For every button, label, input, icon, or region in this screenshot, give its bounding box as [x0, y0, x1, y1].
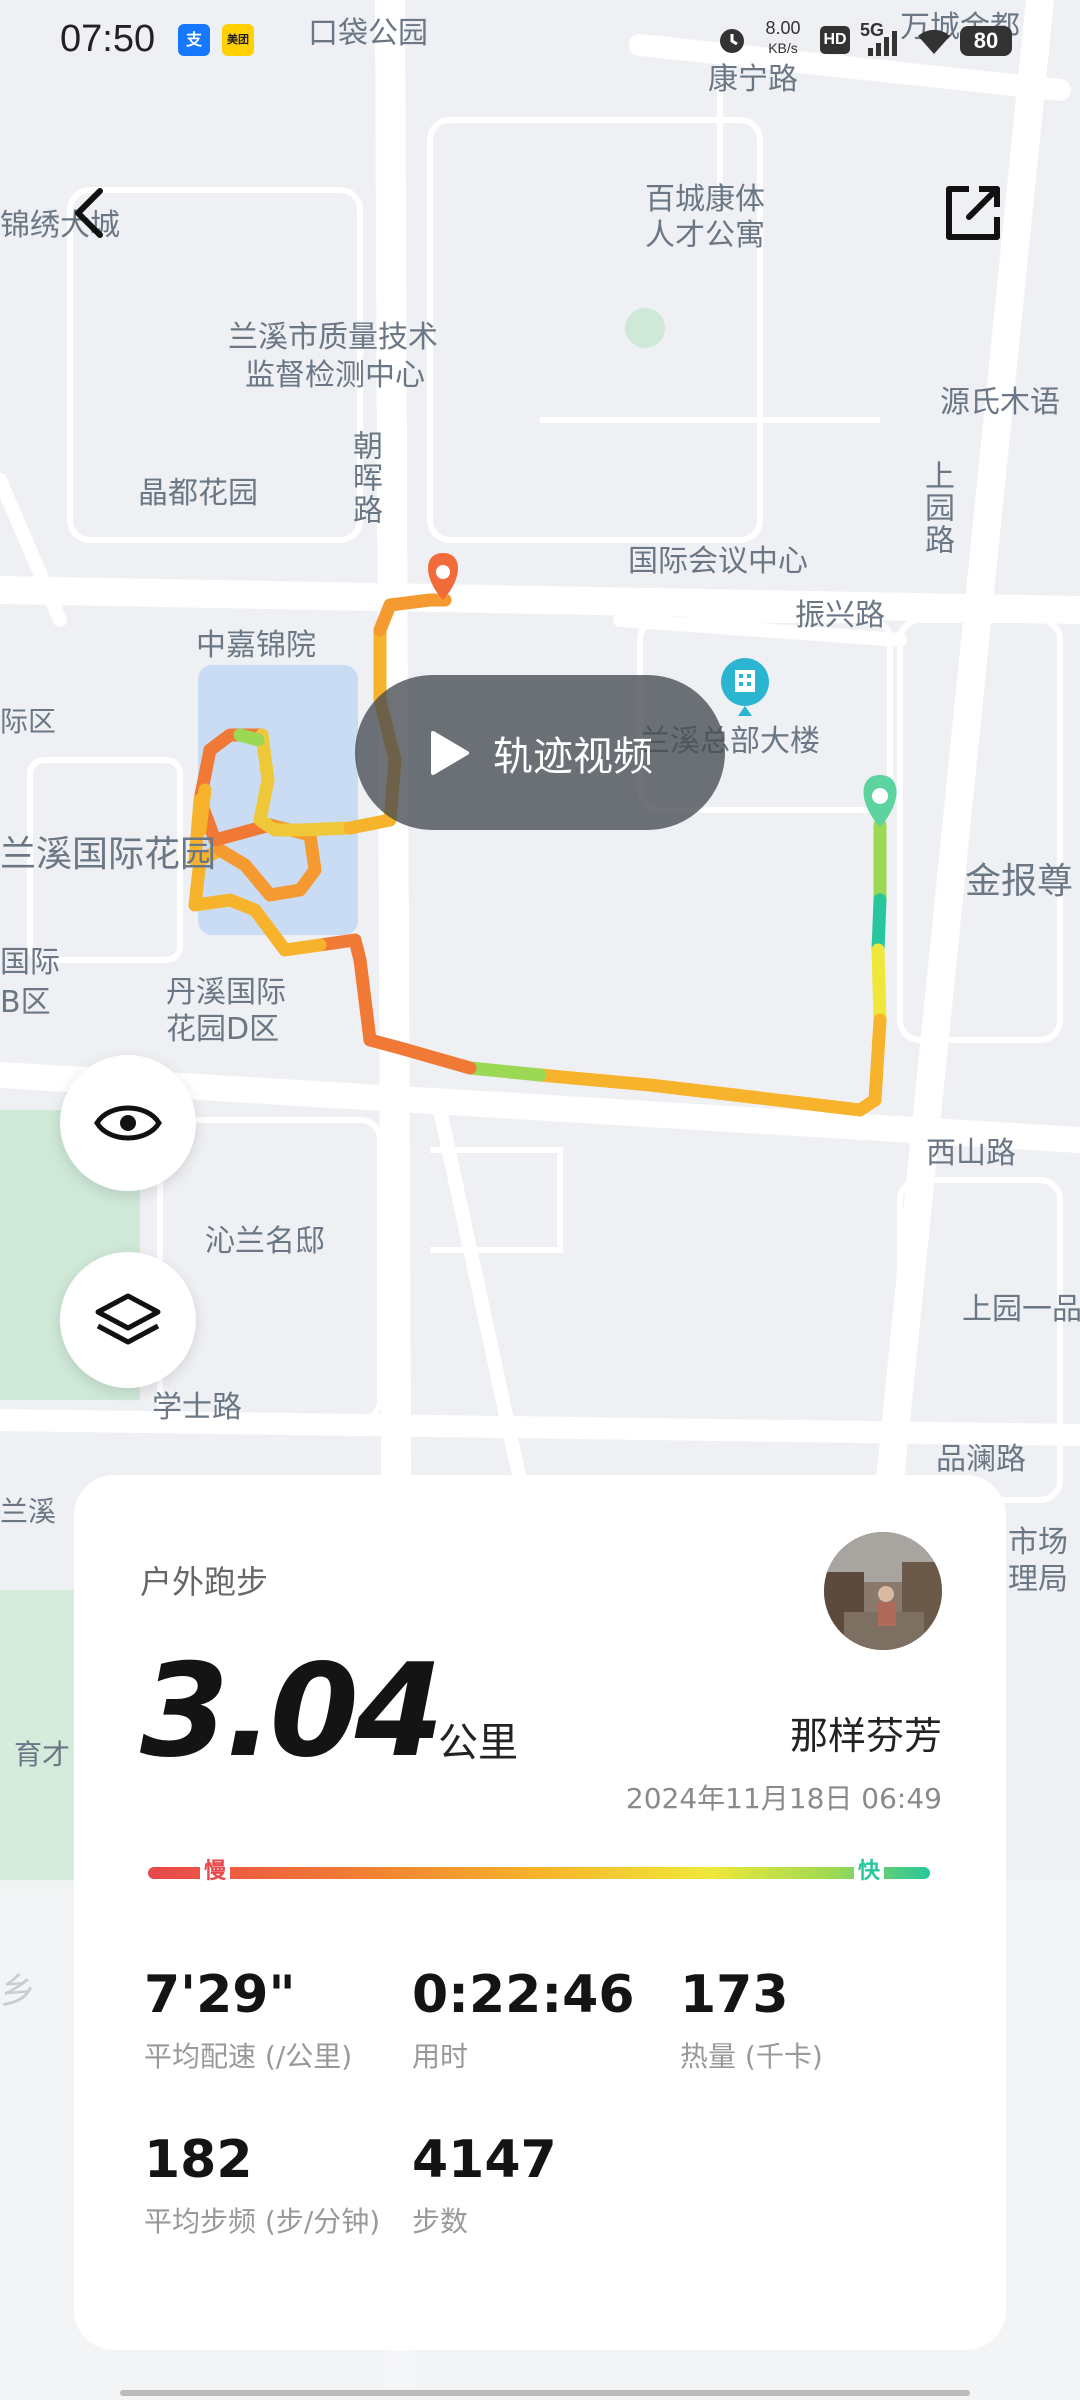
network-speed: 8.00 KB/s	[765, 18, 801, 56]
map-label-yuanshi: 源氏木语	[940, 385, 1060, 420]
map-label-xueshi-road: 学士路	[152, 1390, 242, 1425]
map-label-shangyuan-road: 上园路	[919, 460, 954, 556]
stat-calories: 173 热量 (千卡)	[680, 1965, 823, 2073]
map-label-guoji-huiyi: 国际会议中心	[628, 544, 808, 579]
meituan-icon: 美团	[222, 24, 254, 56]
map-label-pinlan-road: 品澜路	[936, 1442, 1026, 1477]
map-label-shangyuan-yi: 上园一品	[962, 1292, 1080, 1327]
map-layers-button[interactable]	[60, 1252, 196, 1388]
map-label-b-qu: B区	[0, 985, 51, 1020]
map-label-guoji-b: 国际	[0, 945, 60, 980]
track-video-button[interactable]: 轨迹视频	[355, 675, 725, 830]
pace-slow-label: 慢	[200, 1855, 231, 1889]
map-label-baicheng-2: 人才公寓	[645, 218, 765, 253]
scroll-indicator	[120, 2390, 970, 2396]
map-label-shichang-1: 市场	[1008, 1525, 1068, 1560]
status-time: 07:50	[60, 18, 156, 60]
map-label-danxi-2: 花园D区	[166, 1012, 280, 1047]
map-label-ji-qu: 际区	[0, 705, 57, 738]
stat-avg-pace: 7'29" 平均配速 (/公里)	[144, 1965, 353, 2073]
map-label-jinbao: 金报尊	[965, 861, 1074, 902]
avatar-image	[824, 1532, 942, 1650]
back-button[interactable]	[45, 168, 135, 258]
run-summary-card: 户外跑步 3.04 公里 那样芬芳 2024年11月18日 06:49 慢 快 …	[74, 1475, 1006, 2350]
layers-icon	[95, 1293, 161, 1345]
signal-icon	[868, 31, 897, 56]
map-label-left-yu: 育才	[14, 1738, 71, 1771]
avatar[interactable]	[824, 1532, 942, 1650]
play-icon	[431, 730, 469, 775]
map-label-baicheng-1: 百城康体	[645, 182, 765, 217]
battery-icon: 80	[960, 26, 1012, 56]
map-label-danxi-1: 丹溪国际	[166, 975, 286, 1010]
activity-type: 户外跑步	[140, 1563, 269, 1601]
map-label-jingdu: 晶都花园	[138, 476, 258, 511]
map-label-zhiliang-1: 兰溪市质量技术	[228, 320, 438, 355]
map-label-chaohui-road: 朝晖路	[347, 430, 382, 526]
visibility-toggle-button[interactable]	[60, 1055, 196, 1191]
chevron-left-icon	[75, 188, 103, 238]
pace-gradient-bar	[148, 1867, 930, 1879]
wifi-icon	[918, 29, 950, 54]
activity-datetime: 2024年11月18日 06:49	[625, 1782, 942, 1815]
distance-value: 3.04	[140, 1637, 444, 1786]
map-label-xiang: 乡	[0, 1971, 37, 2012]
map-label-zhongjia: 中嘉锦院	[196, 628, 316, 663]
hd-icon: HD	[820, 26, 850, 54]
stat-cadence: 182 平均步频 (步/分钟)	[144, 2130, 381, 2238]
external-link-icon	[946, 186, 1000, 240]
track-video-label: 轨迹视频	[493, 733, 653, 780]
alipay-icon: 支	[178, 24, 210, 56]
map-label-left-lanxi: 兰溪	[0, 1495, 57, 1528]
map-label-qinlan: 沁兰名邸	[205, 1224, 325, 1259]
map-label-shichang-2: 理局	[1008, 1562, 1068, 1597]
stat-duration: 0:22:46 用时	[412, 1965, 635, 2073]
share-button[interactable]	[928, 168, 1018, 258]
status-bar: 07:50 支 美团 8.00 KB/s HD 5G 80	[0, 0, 1080, 80]
map-label-zhiliang-2: 监督检测中心	[245, 358, 425, 393]
eye-icon	[94, 1105, 162, 1141]
pace-fast-label: 快	[854, 1855, 885, 1889]
map-label-guoji-huayuan: 兰溪国际花园	[0, 834, 217, 875]
stat-steps: 4147 步数	[412, 2130, 557, 2238]
alarm-icon	[720, 29, 744, 53]
distance-unit: 公里	[438, 1720, 518, 1766]
map-label-xishan-road: 西山路	[926, 1136, 1016, 1171]
user-name: 那样芬芳	[789, 1714, 942, 1758]
map-label-zhenxing-road: 振兴路	[795, 598, 885, 633]
